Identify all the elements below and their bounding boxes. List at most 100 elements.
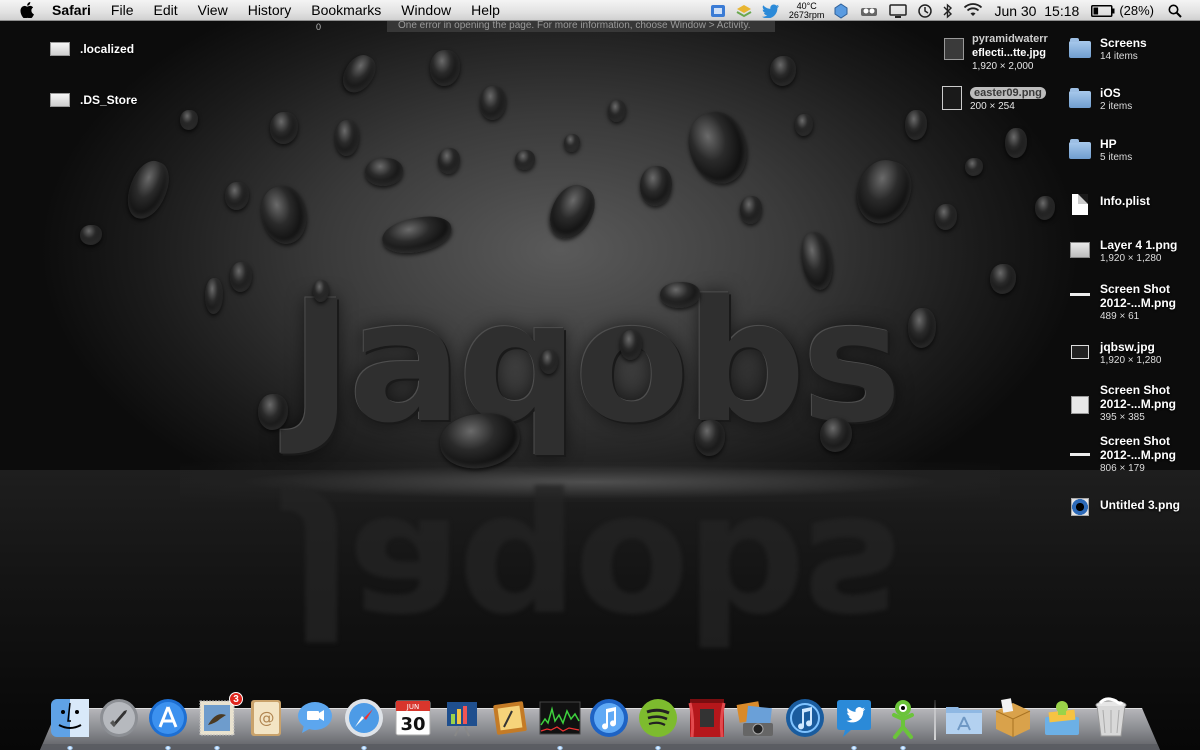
- dock-ichat[interactable]: [293, 696, 337, 740]
- dock-app-store[interactable]: [146, 696, 190, 750]
- dock-photo-booth[interactable]: [685, 696, 729, 740]
- water-drop: [770, 56, 796, 86]
- desktop-file-localized[interactable]: .localized: [50, 42, 134, 56]
- image-icon: [1071, 345, 1089, 359]
- camera-icon: [736, 701, 773, 736]
- battery-status[interactable]: (28%): [1091, 3, 1154, 18]
- applications-folder-icon: [946, 707, 982, 734]
- stack-item-sub: 1,920 × 1,280: [1100, 355, 1162, 366]
- water-drop: [180, 110, 198, 130]
- spotify-icon: [639, 699, 677, 737]
- dock-archive-stack[interactable]: [991, 696, 1035, 740]
- dock-mascot-app[interactable]: [881, 696, 925, 750]
- dock-spotify[interactable]: [636, 696, 680, 750]
- running-indicator: [165, 746, 171, 750]
- presentation-icon: [447, 702, 477, 737]
- dock-applications-folder[interactable]: [942, 696, 986, 740]
- desktop-file-ds-store[interactable]: .DS_Store: [50, 93, 137, 107]
- stack-item-name: Screen Shot: [1100, 434, 1171, 448]
- finder-icon: [51, 699, 89, 737]
- weather-readout[interactable]: 40°C 2673rpm: [789, 1, 825, 20]
- clock[interactable]: Jun 30 15:18: [994, 3, 1079, 19]
- stack-item-name: Screen Shot: [1100, 383, 1171, 397]
- app-store-icon: [149, 699, 187, 737]
- image-icon: [1071, 396, 1089, 414]
- folder-icon: [1069, 38, 1091, 58]
- dock-activity-monitor[interactable]: [538, 696, 582, 750]
- stack-item-name: Screen Shot: [1100, 282, 1171, 296]
- trash-status-icon[interactable]: [710, 0, 726, 21]
- desktop-file-pyramid[interactable]: pyramidwaterr eflecti...tte.jpg 1,920 × …: [944, 32, 1048, 73]
- stack-item-sub: 1,920 × 1,280: [1100, 253, 1162, 264]
- menu-edit[interactable]: Edit: [143, 0, 187, 21]
- eyes-status-icon[interactable]: [859, 0, 879, 21]
- menu-history[interactable]: History: [238, 0, 302, 21]
- menu-window[interactable]: Window: [391, 0, 461, 21]
- water-drop: [480, 86, 506, 120]
- menu-bookmarks[interactable]: Bookmarks: [301, 0, 391, 21]
- dock-trash[interactable]: [1089, 696, 1133, 740]
- water-drop: [120, 155, 176, 225]
- menu-help[interactable]: Help: [461, 0, 510, 21]
- safari-error-message: One error in opening the page. For more …: [387, 20, 775, 32]
- document-icon: [1072, 193, 1088, 215]
- dock-ical[interactable]: JUN 30: [391, 696, 435, 740]
- dock: 3 @ JUN 30: [48, 684, 1158, 750]
- stack-item-sub: 14 items: [1100, 51, 1138, 62]
- stack-item-screenshot-3[interactable]: Screen Shot 2012-...M.png 806 × 179: [1068, 434, 1200, 475]
- stack-item-screenshot-2[interactable]: Screen Shot 2012-...M.png 395 × 385: [1068, 383, 1200, 424]
- file-name-line1: pyramidwaterr: [972, 33, 1048, 45]
- water-drop: [255, 181, 313, 249]
- dock-image-capture[interactable]: [734, 696, 778, 740]
- dock-launchpad[interactable]: [97, 696, 141, 740]
- photo-booth-icon: [688, 699, 726, 738]
- stack-item-info-plist[interactable]: Info.plist: [1068, 192, 1200, 216]
- display-status-icon[interactable]: [889, 0, 908, 21]
- dock-finder[interactable]: [48, 696, 92, 750]
- water-drop: [1035, 196, 1055, 220]
- running-indicator: [67, 746, 73, 750]
- file-name-line2: eflecti...tte.jpg: [972, 47, 1046, 59]
- dock-audio-app[interactable]: [783, 696, 827, 740]
- menu-view[interactable]: View: [188, 0, 238, 21]
- stack-item-screens[interactable]: Screens 14 items: [1068, 36, 1200, 63]
- file-icon: [50, 42, 70, 56]
- water-drop: [258, 394, 288, 430]
- time-machine-icon[interactable]: [917, 0, 933, 21]
- spotlight-search-icon[interactable]: [1168, 0, 1182, 21]
- bluetooth-icon[interactable]: [943, 0, 953, 21]
- battery-icon: [1091, 4, 1115, 17]
- stack-item-sub: 5 items: [1100, 152, 1133, 163]
- twitter-status-icon[interactable]: [761, 0, 780, 21]
- dock-mail[interactable]: 3: [195, 692, 243, 750]
- dock-twitter[interactable]: [832, 696, 876, 750]
- stack-item-name: Layer 4 1.png: [1100, 238, 1178, 252]
- water-drop: [335, 120, 359, 156]
- stack-item-ios[interactable]: iOS 2 items: [1068, 86, 1200, 113]
- stack-item-untitled3[interactable]: Untitled 3.png: [1068, 495, 1200, 519]
- dock-downloads-stack[interactable]: [1040, 696, 1084, 740]
- wallpaper-brand-reflection: Jaqobs: [290, 480, 898, 676]
- menu-app-name[interactable]: Safari: [52, 0, 101, 21]
- water-drop: [679, 104, 757, 192]
- apple-menu-icon[interactable]: [16, 2, 38, 18]
- water-drop: [379, 212, 455, 258]
- dock-itunes[interactable]: [587, 696, 631, 740]
- stack-item-layer4[interactable]: Layer 4 1.png 1,920 × 1,280: [1068, 238, 1200, 265]
- stack-item-screenshot-1[interactable]: Screen Shot 2012-...M.png 489 × 61: [1068, 282, 1200, 323]
- stack-item-hp[interactable]: HP 5 items: [1068, 137, 1200, 164]
- dock-safari[interactable]: [342, 696, 386, 750]
- stack-item-name2: 2012-...M.png: [1100, 397, 1177, 411]
- wifi-icon[interactable]: [963, 0, 983, 21]
- stack-status-icon[interactable]: [736, 0, 752, 21]
- dock-keynote[interactable]: [440, 696, 484, 740]
- desktop-file-easter09[interactable]: easter09.png 200 × 254: [942, 86, 1046, 113]
- water-drop: [905, 110, 927, 140]
- file-dimensions: 200 × 254: [970, 101, 1015, 112]
- network-status-icon[interactable]: [833, 0, 849, 21]
- trash-can-icon: [1095, 697, 1127, 737]
- menu-file[interactable]: File: [101, 0, 144, 21]
- dock-address-book[interactable]: @: [244, 696, 288, 740]
- stack-item-jqbsw[interactable]: jqbsw.jpg 1,920 × 1,280: [1068, 340, 1200, 367]
- dock-iphoto[interactable]: [489, 696, 533, 740]
